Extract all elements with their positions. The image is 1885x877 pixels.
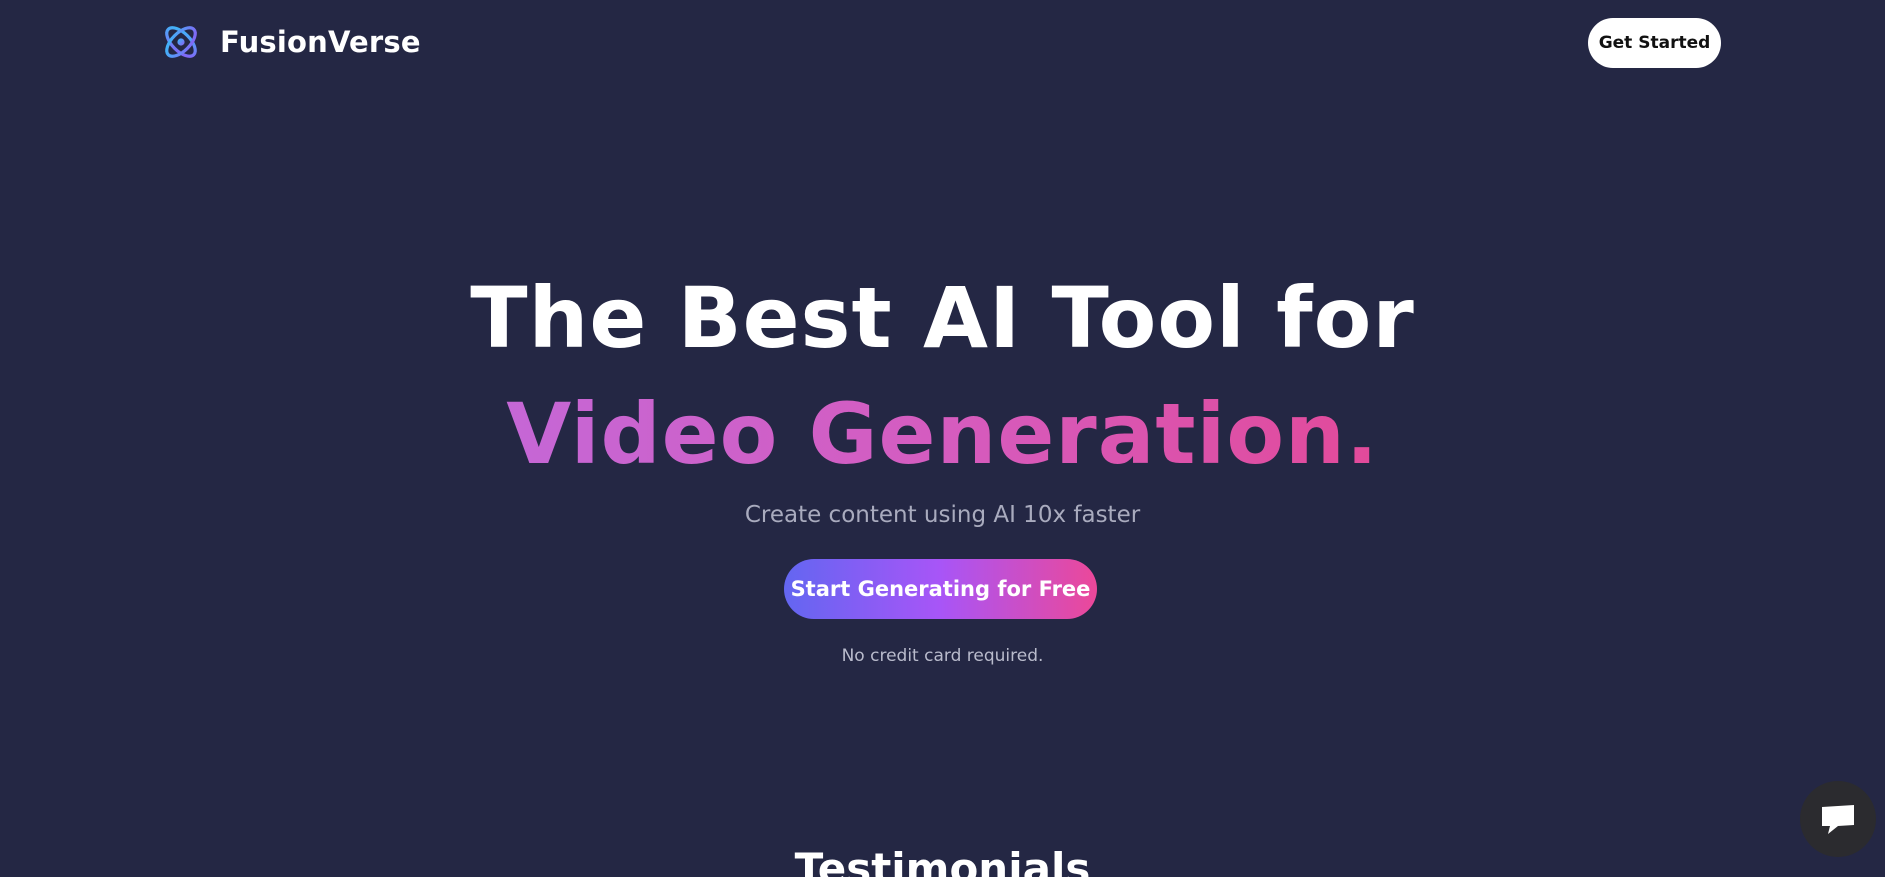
hero-title-line-2: Video Generation. bbox=[0, 392, 1885, 476]
brand-name: FusionVerse bbox=[220, 25, 421, 59]
testimonials-heading: Testimonials bbox=[794, 844, 1091, 877]
chat-widget-button[interactable] bbox=[1800, 781, 1876, 857]
landing-page: FusionVerse Get Started The Best AI Tool… bbox=[0, 0, 1885, 877]
atom-orbit-logo-icon bbox=[165, 26, 197, 58]
brand-logo[interactable]: FusionVerse bbox=[160, 21, 421, 63]
hero-subtitle: Create content using AI 10x faster bbox=[744, 502, 1141, 528]
start-generating-button[interactable]: Start Generating for Free bbox=[784, 559, 1097, 619]
get-started-button[interactable]: Get Started bbox=[1588, 18, 1721, 68]
hero-title-line-1: The Best AI Tool for bbox=[470, 269, 1415, 367]
hero-title-highlight: Video Generation. bbox=[506, 385, 1379, 483]
chat-bubble-icon bbox=[1822, 805, 1854, 834]
no-credit-card-note: No credit card required. bbox=[841, 646, 1044, 666]
